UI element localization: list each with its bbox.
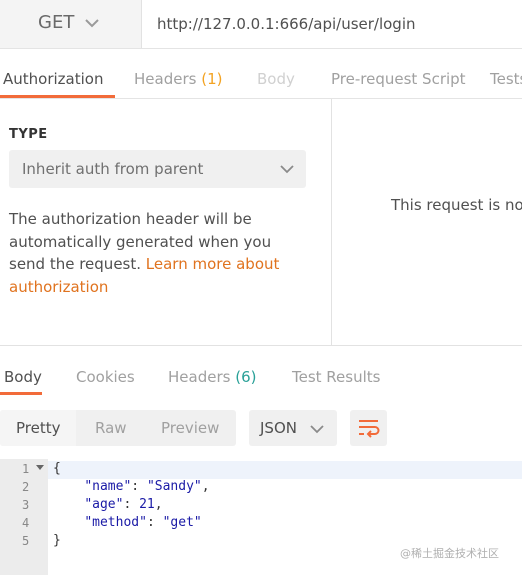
json-brace: }	[53, 533, 61, 548]
chevron-down-icon	[310, 425, 324, 434]
wrap-lines-icon	[359, 420, 380, 438]
method-label: GET	[38, 12, 75, 33]
chevron-down-icon	[85, 19, 99, 28]
json-brace: {	[53, 461, 61, 476]
response-tab-body[interactable]: Body	[4, 368, 42, 386]
line-number: 2	[22, 480, 30, 494]
code-line: "method": "get"	[84, 515, 202, 530]
response-headers-label: Headers	[168, 368, 231, 386]
auth-type-label: TYPE	[9, 127, 48, 142]
fold-arrow-icon[interactable]	[36, 464, 44, 472]
line-number: 3	[22, 498, 30, 512]
response-tab-test-results[interactable]: Test Results	[292, 368, 380, 386]
auth-description: The authorization header will be automat…	[9, 208, 309, 298]
tab-headers[interactable]: Headers (1)	[134, 70, 222, 88]
raw-button[interactable]: Raw	[95, 419, 127, 437]
code-line: "name": "Sandy",	[84, 479, 210, 494]
tab-prerequest-script[interactable]: Pre-request Script	[331, 70, 466, 88]
line-number: 5	[22, 534, 30, 548]
code-line: {	[53, 461, 61, 476]
json-key: "method"	[84, 515, 147, 530]
line-number: 4	[22, 516, 30, 530]
format-value: JSON	[260, 419, 297, 437]
chevron-down-icon	[280, 165, 294, 174]
response-tab-headers[interactable]: Headers (6)	[168, 368, 256, 386]
json-key: "name"	[84, 479, 132, 494]
active-line-highlight	[48, 461, 522, 479]
section-divider	[0, 345, 522, 346]
headers-count-badge: (1)	[201, 70, 223, 88]
tab-authorization[interactable]: Authorization	[3, 70, 103, 88]
json-string-value: "Sandy"	[146, 479, 202, 494]
code-line: }	[53, 533, 61, 548]
response-tab-cookies[interactable]: Cookies	[76, 368, 135, 386]
tab-tests[interactable]: Tests	[490, 70, 522, 88]
response-headers-count-badge: (6)	[235, 368, 257, 386]
watermark: @稀土掘金技术社区	[400, 547, 499, 560]
preview-button[interactable]: Preview	[161, 419, 219, 437]
active-tab-indicator	[0, 95, 115, 98]
auth-info-message: This request is not	[391, 196, 522, 214]
json-number-value: 21	[139, 497, 155, 512]
active-tab-indicator	[0, 392, 42, 395]
tab-body[interactable]: Body	[257, 70, 295, 88]
code-line: "age": 21,	[84, 497, 163, 512]
auth-type-value: Inherit auth from parent	[22, 160, 204, 178]
line-number: 1	[22, 462, 30, 476]
url-input[interactable]	[142, 0, 522, 48]
json-string-value: "get"	[162, 515, 202, 530]
tab-headers-label: Headers	[134, 70, 197, 88]
wrap-lines-button[interactable]	[350, 410, 387, 446]
pretty-label[interactable]: Pretty	[16, 419, 61, 437]
json-key: "age"	[84, 497, 124, 512]
